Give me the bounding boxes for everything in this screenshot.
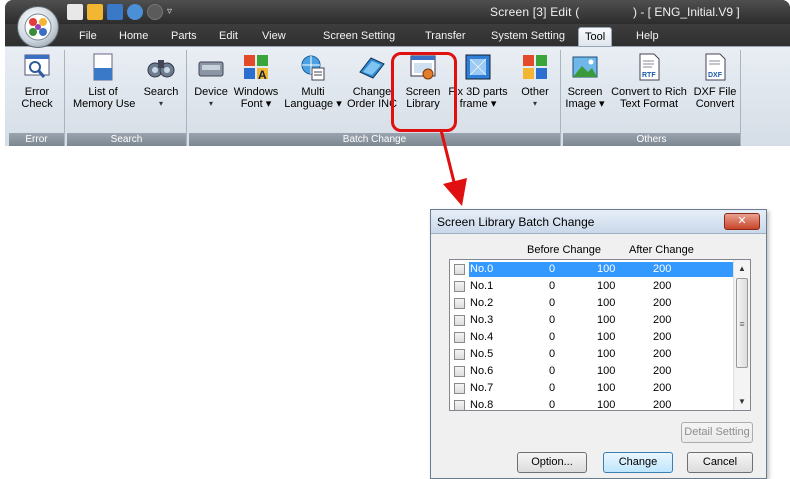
- pointer-arrow-icon: [439, 129, 467, 206]
